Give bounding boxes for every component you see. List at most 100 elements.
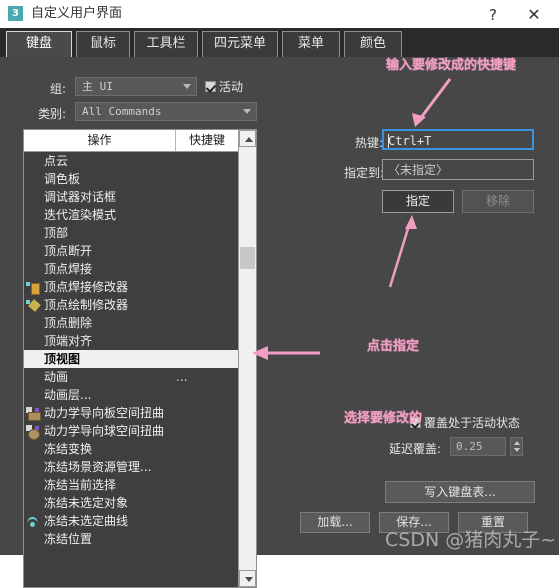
command-shortcut: ...: [176, 370, 188, 384]
category-dropdown-value: All Commands: [82, 105, 162, 118]
keyboard-tab-panel: 组: 主 UI 活动 类别: All Commands 操作 快捷键 点云调色板…: [0, 57, 559, 588]
hotkey-input-value: Ctrl+T: [388, 134, 432, 148]
command-list-row[interactable]: 顶点焊接: [24, 260, 238, 278]
command-name: 冻结变换: [44, 442, 93, 456]
command-name: 冻结未选定对象: [44, 496, 129, 510]
command-name: 冻结位置: [44, 532, 93, 546]
command-list-rows[interactable]: 点云调色板调试器对话框 迭代渲染模式 顶部顶点断开顶点焊接顶点焊接修改器 顶点绘制修改…: [24, 152, 238, 587]
column-header-shortcut: 快捷键: [188, 133, 225, 147]
command-name: 冻结当前选择: [44, 478, 117, 492]
command-list-scrollbar[interactable]: [238, 130, 256, 587]
scrollbar-thumb[interactable]: [240, 247, 255, 269]
help-icon[interactable]: ?: [482, 4, 504, 26]
command-name: 顶端对齐: [44, 334, 93, 348]
command-name: 点云: [44, 154, 69, 168]
annotation-click-assign: 点击指定: [367, 339, 420, 354]
annotation-select-target: 选择要修改的: [344, 411, 423, 426]
assign-button[interactable]: 指定: [382, 190, 454, 213]
command-name: 动力学导向板空间扭曲: [44, 406, 165, 420]
group-label: 组:: [50, 82, 67, 96]
scroll-down-arrow-icon[interactable]: [239, 570, 256, 587]
command-list-header: 操作 快捷键: [24, 130, 256, 152]
command-list-row[interactable]: 顶点焊接修改器: [24, 278, 238, 296]
customize-user-interface-window: 3 自定义用户界面 ? ✕ 键盘 鼠标 工具栏 四元菜单 菜单 颜色 组: 主 …: [0, 0, 559, 588]
command-list-row[interactable]: 顶点删除: [24, 314, 238, 332]
app-icon: 3: [8, 6, 23, 21]
command-name: 顶点绘制修改器: [44, 298, 129, 312]
assigned-to-label: 指定到:: [344, 166, 385, 180]
group-dropdown-value: 主 UI: [82, 80, 113, 93]
window-title: 自定义用户界面: [31, 6, 123, 21]
active-checkbox-label: 活动: [219, 80, 244, 94]
command-list-row[interactable]: 冻结未选定曲线: [24, 512, 238, 530]
load-button[interactable]: 加载...: [300, 512, 370, 533]
scroll-up-arrow-icon[interactable]: [239, 130, 256, 147]
assigned-to-value: 〈未指定〉: [388, 163, 449, 177]
command-list-row[interactable]: 动力学导向球空间扭曲: [24, 422, 238, 440]
command-name: 冻结场景资源管理...: [44, 460, 152, 474]
command-list-row[interactable]: 冻结当前选择: [24, 476, 238, 494]
command-name: 顶点删除: [44, 316, 93, 330]
command-list-row[interactable]: 顶部: [24, 224, 238, 242]
command-list-row[interactable]: 冻结位置: [24, 530, 238, 548]
category-dropdown[interactable]: All Commands: [75, 102, 257, 121]
command-list-row[interactable]: 迭代渲染模式: [24, 206, 238, 224]
chevron-down-icon: [243, 109, 251, 114]
command-list-row[interactable]: 顶视图: [24, 350, 238, 368]
command-name: 动力学导向球空间扭曲: [44, 424, 165, 438]
command-name: 动画层...: [44, 388, 92, 402]
hotkey-label: 热键:: [355, 136, 384, 150]
titlebar: 3 自定义用户界面 ? ✕: [0, 0, 559, 29]
command-name: 顶视图: [44, 352, 81, 366]
annotation-enter-shortcut: 输入要修改成的快捷键: [386, 58, 517, 73]
command-list-row[interactable]: 调试器对话框: [24, 188, 238, 206]
spacewarp-sphere-icon: [26, 425, 40, 440]
category-label: 类别:: [38, 107, 67, 121]
chevron-down-icon: [183, 84, 191, 89]
tab-mouse[interactable]: 鼠标: [76, 31, 130, 57]
command-list-row[interactable]: 动力学导向板空间扭曲: [24, 404, 238, 422]
spacewarp-plane-icon: [26, 407, 41, 421]
command-name: 迭代渲染模式: [44, 208, 117, 222]
command-name: 顶点断开: [44, 244, 93, 258]
command-list-row[interactable]: 冻结未选定对象: [24, 494, 238, 512]
hotkey-input[interactable]: Ctrl+T: [382, 129, 534, 150]
command-list[interactable]: 操作 快捷键 点云调色板调试器对话框 迭代渲染模式 顶部顶点断开顶点焊接顶点焊接修改…: [23, 129, 257, 588]
command-list-row[interactable]: 冻结场景资源管理...: [24, 458, 238, 476]
tab-bar: 键盘 鼠标 工具栏 四元菜单 菜单 颜色: [0, 28, 559, 57]
group-dropdown[interactable]: 主 UI: [75, 77, 197, 96]
command-name: 调色板: [44, 172, 81, 186]
modifier-yellow-icon: [26, 281, 40, 295]
tab-toolbar[interactable]: 工具栏: [134, 31, 198, 57]
watermark: CSDN @猪肉丸子~: [385, 529, 557, 551]
close-icon[interactable]: ✕: [523, 4, 545, 26]
command-list-row[interactable]: 点云: [24, 152, 238, 170]
command-list-row[interactable]: 顶点断开: [24, 242, 238, 260]
command-name: 顶点焊接修改器: [44, 280, 129, 294]
write-keyboard-chart-button[interactable]: 写入键盘表...: [385, 481, 535, 503]
command-list-row[interactable]: 顶端对齐: [24, 332, 238, 350]
command-list-row[interactable]: 调色板: [24, 170, 238, 188]
assigned-to-field: 〈未指定〉: [382, 159, 534, 180]
command-name: 冻结未选定曲线: [44, 514, 129, 528]
tab-quad-menu[interactable]: 四元菜单: [202, 31, 278, 57]
delay-override-value: 0.25: [456, 440, 483, 453]
command-name: 顶部: [44, 226, 69, 240]
column-header-action: 操作: [24, 130, 176, 151]
curve-teal-icon: [26, 515, 40, 528]
tab-keyboard[interactable]: 键盘: [6, 31, 72, 57]
delay-spinner-stepper[interactable]: [510, 437, 523, 456]
checkbox-box: [205, 81, 216, 92]
command-list-row[interactable]: 顶点绘制修改器: [24, 296, 238, 314]
modifier-brush-icon: [26, 299, 41, 312]
delay-override-input[interactable]: 0.25: [450, 437, 506, 456]
command-name: 调试器对话框: [44, 190, 117, 204]
command-list-row[interactable]: 动画...: [24, 368, 238, 386]
override-active-label: 覆盖处于活动状态: [424, 416, 521, 430]
tab-menu[interactable]: 菜单: [282, 31, 340, 57]
command-name: 动画: [44, 370, 69, 384]
command-list-row[interactable]: 动画层...: [24, 386, 238, 404]
command-name: 顶点焊接: [44, 262, 93, 276]
command-list-row[interactable]: 冻结变换: [24, 440, 238, 458]
delay-override-label: 延迟覆盖:: [389, 442, 442, 456]
